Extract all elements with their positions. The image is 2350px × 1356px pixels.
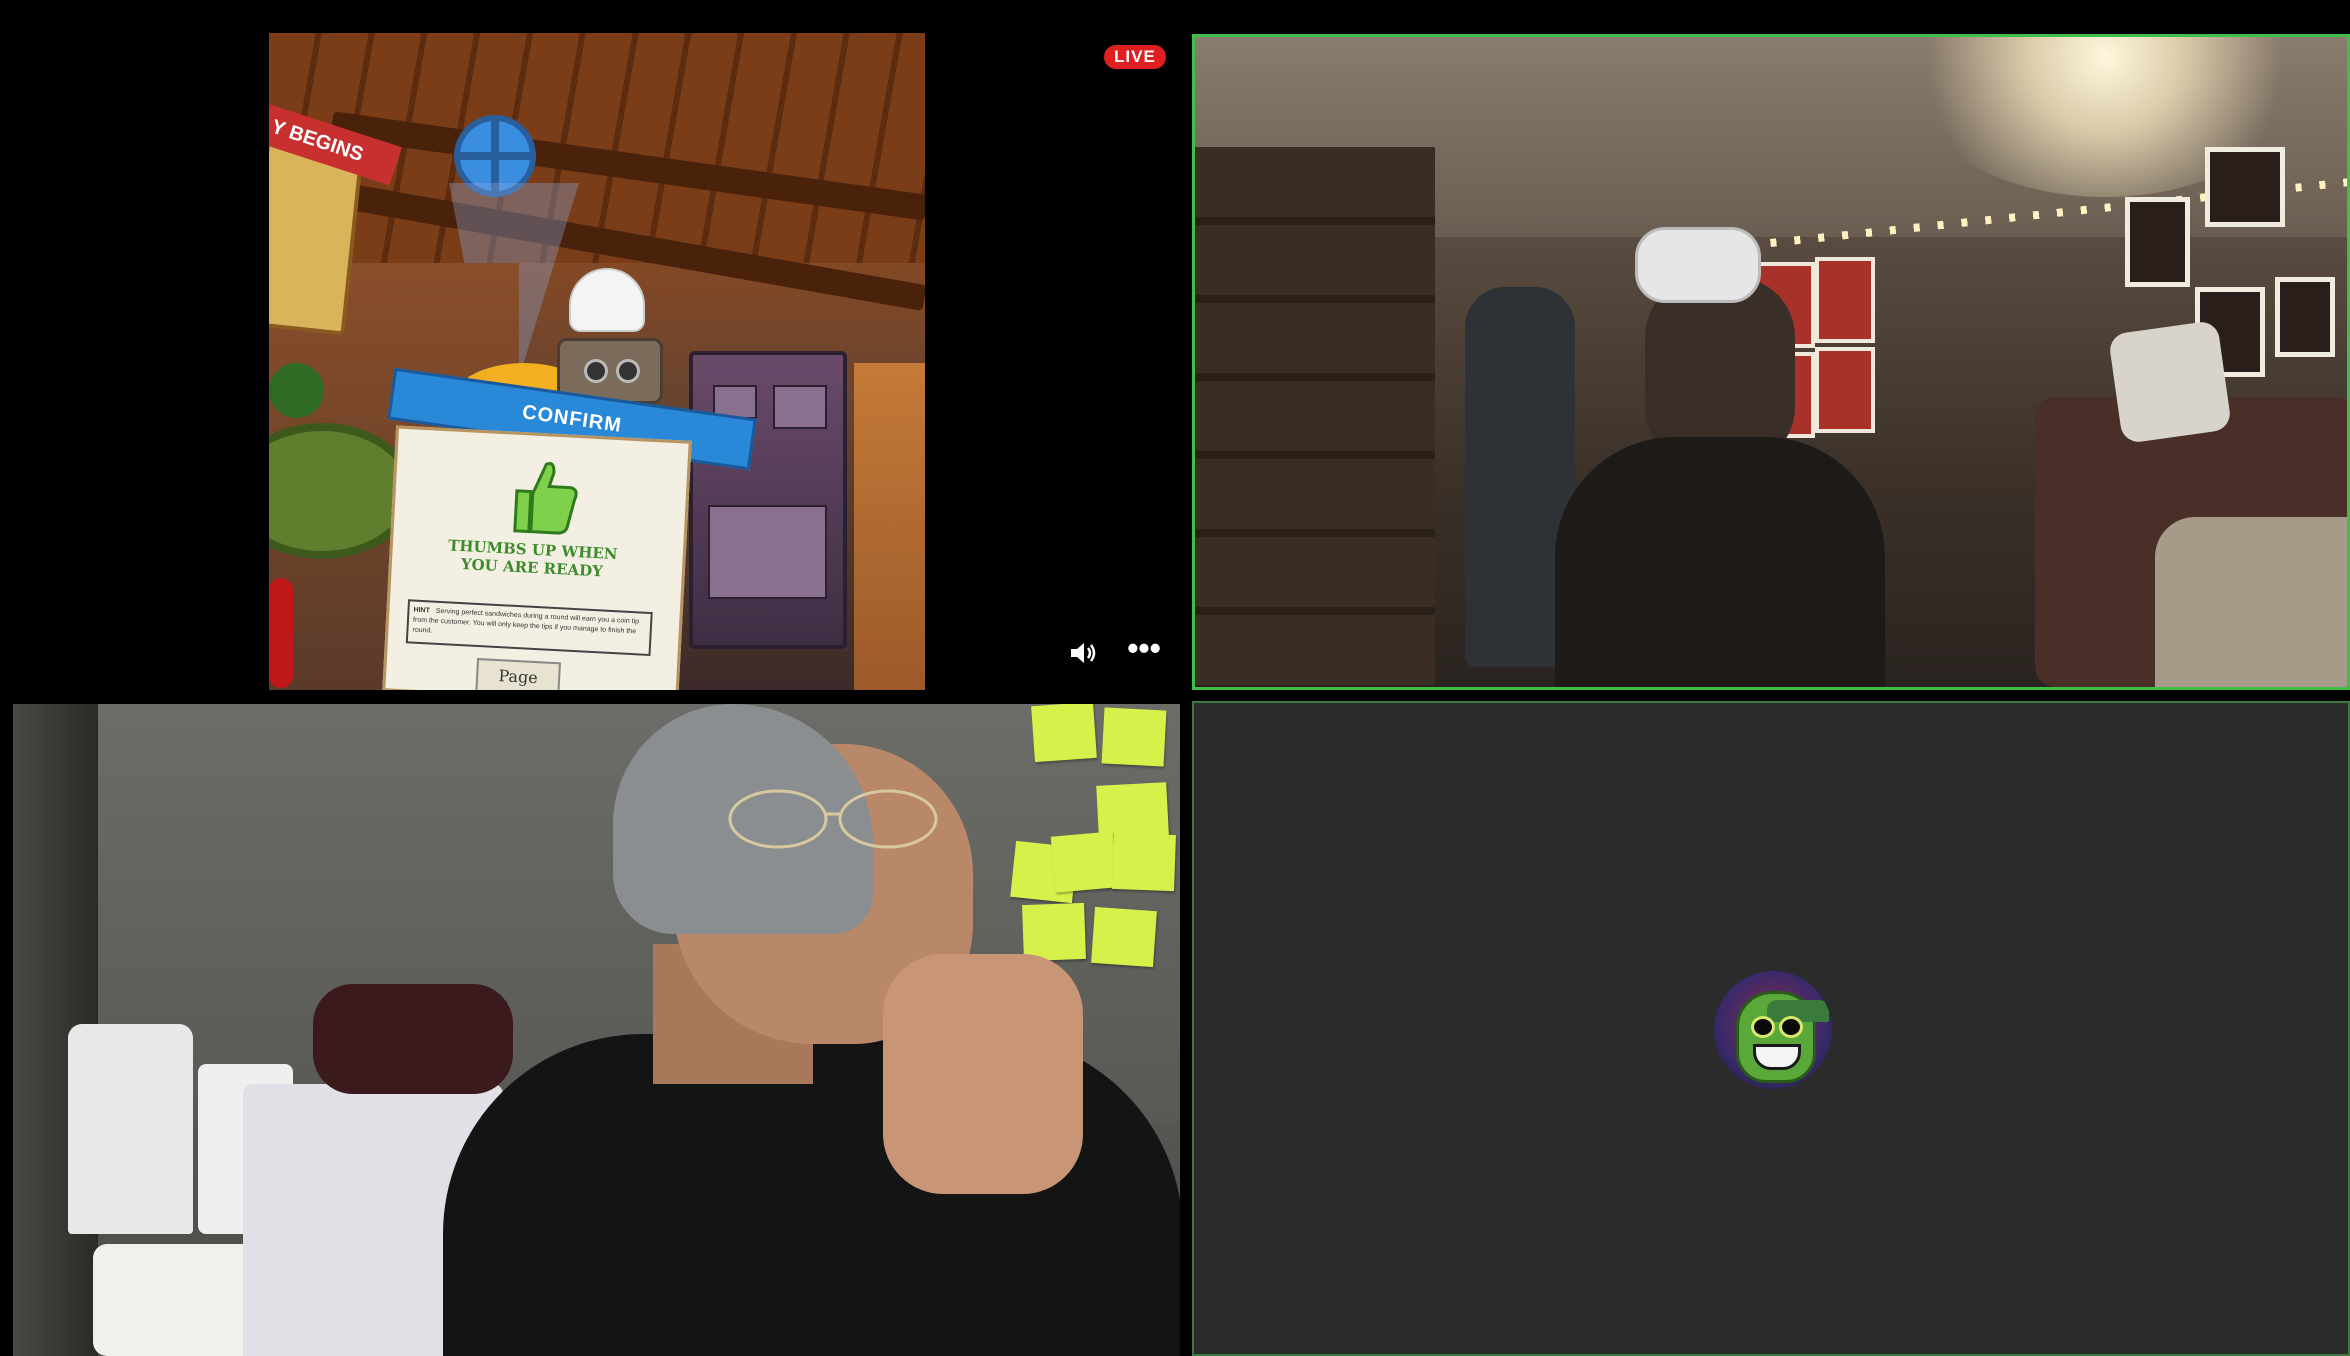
page-label: Page [475,657,561,690]
game-cabinet [689,351,847,649]
hint-box: HINT Serving perfect sandwiches during a… [405,599,653,657]
thumbs-up-icon [513,462,578,535]
floor-rug [93,1244,263,1356]
sticky-note [1101,707,1167,767]
chef-hat-icon [569,268,645,332]
green-grinning-face-avatar-icon [1714,971,1832,1089]
wall-frame [2275,277,2335,357]
participant-video-tile[interactable] [13,704,1180,1356]
screen-share-tile[interactable]: Y BEGINS CONFIRM THUMBS UP WHEN YOU ARE … [0,0,1182,698]
wall-frame [2125,197,2190,287]
speaker-volume-icon [1071,643,1096,663]
volume-button[interactable] [1067,638,1101,668]
participant-video-tile-active[interactable] [1192,34,2350,690]
wall-frame [2205,147,2285,227]
game-right-wall [854,363,925,690]
more-options-button[interactable]: ••• [1127,632,1161,668]
clothes-pile [313,984,513,1094]
sticky-note [1091,906,1157,968]
couch-pillow [2107,319,2233,445]
instruction-title: THUMBS UP WHEN YOU ARE READY [447,536,618,581]
hint-text: Serving perfect sandwiches during a roun… [412,607,640,636]
game-screen-share: Y BEGINS CONFIRM THUMBS UP WHEN YOU ARE … [269,33,925,690]
room-shelf [1195,147,1435,687]
game-plant [269,363,324,418]
live-badge: LIVE [1104,45,1166,69]
sticky-note [1031,704,1097,763]
participant-hands [883,954,1083,1194]
sticky-note [1112,832,1176,892]
participant-avatar-tile[interactable] [1192,701,2350,1356]
couch-blanket [2155,517,2347,687]
hint-label: HINT [413,606,431,615]
vr-headset [1635,227,1761,303]
sticky-note [1050,831,1118,893]
wall-poster [1815,347,1875,433]
participant-body [1555,437,1885,687]
glasses [728,789,938,849]
instruction-card: THUMBS UP WHEN YOU ARE READY HINT Servin… [382,425,692,690]
game-red-object [269,578,293,688]
sticky-note [1022,902,1086,962]
trash-bin [68,1024,193,1234]
wall-poster [1815,257,1875,343]
